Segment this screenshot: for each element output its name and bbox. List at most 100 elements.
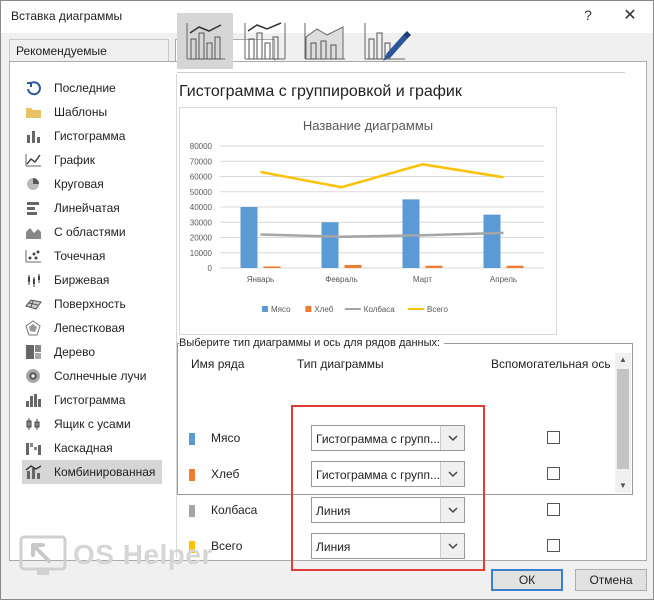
sidebar-item-bar-chart[interactable]: Линейчатая	[22, 196, 162, 220]
series-scrollbar[interactable]: ▲ ▼	[615, 353, 631, 493]
sidebar-item-label: Солнечные лучи	[54, 369, 147, 383]
stock-chart-icon	[25, 272, 42, 288]
sidebar-item-label: Точечная	[54, 249, 106, 263]
chart-subtype-4[interactable]	[357, 13, 413, 69]
bar-Мясо	[240, 207, 258, 268]
series-row: Всего Линия	[185, 533, 615, 563]
treemap-chart-icon	[25, 344, 42, 360]
chart-preview: Название диаграммы 0 10000 20000 30000 40000 5…	[179, 107, 557, 335]
legend-label-Всего: Всего	[427, 305, 449, 314]
sidebar-item-stock-chart[interactable]: Биржевая	[22, 268, 162, 292]
y-tick-label: 40000	[190, 203, 213, 212]
sidebar-item-label: Шаблоны	[54, 105, 108, 119]
chart-subtype-3[interactable]	[297, 13, 353, 69]
chevron-down-icon[interactable]	[440, 534, 464, 558]
column-header-chart-type: Тип диаграммы	[297, 357, 384, 371]
series-row: Мясо Гистограмма с групп...	[185, 425, 615, 455]
sidebar-item-box-whisker-chart[interactable]: Ящик с усами	[22, 412, 162, 436]
dialog-title: Вставка диаграммы	[11, 9, 123, 23]
watermark-logo: OS Helper	[19, 535, 229, 577]
legend-marker-Хлеб	[305, 306, 312, 312]
sidebar-item-radar-chart[interactable]: Лепестковая	[22, 316, 162, 340]
y-tick-label: 80000	[190, 142, 213, 151]
sidebar-item-column-chart[interactable]: Гистограмма	[22, 124, 162, 148]
series-color-swatch	[189, 469, 195, 481]
chart-type-select[interactable]: Гистограмма с групп...	[311, 461, 465, 487]
sidebar-item-label: Комбинированная	[54, 465, 156, 479]
chart-type-select-value: Гистограмма с групп...	[316, 468, 440, 482]
chart-title: Название диаграммы	[303, 118, 433, 133]
combo-column-line-secondary-icon	[244, 22, 286, 60]
chevron-down-icon[interactable]	[440, 498, 464, 522]
chart-type-select[interactable]: Линия	[311, 533, 465, 559]
sidebar-item-line-chart[interactable]: График	[22, 148, 162, 172]
sunburst-chart-icon	[25, 368, 42, 384]
chart-subtype-1[interactable]	[177, 13, 233, 69]
series-name: Хлеб	[211, 467, 240, 481]
series-color-swatch	[189, 433, 195, 445]
chart-type-select-value: Линия	[316, 504, 351, 518]
chevron-down-icon[interactable]	[440, 426, 464, 450]
series-name: Колбаса	[211, 503, 258, 517]
cancel-button[interactable]: Отмена	[575, 569, 647, 591]
surface-chart-icon	[25, 296, 42, 312]
chart-subtype-2[interactable]	[237, 13, 293, 69]
sidebar-item-combo-chart[interactable]: Комбинированная	[22, 460, 162, 484]
insert-chart-dialog: Вставка диаграммы ? ✕ Рекомендуемые диаг…	[0, 0, 654, 600]
legend-label-Мясо: Мясо	[271, 305, 291, 314]
chart-type-list: Последние Шаблоны Гистограмма График Кругова…	[22, 76, 172, 484]
legend-marker-Мясо	[262, 306, 268, 312]
histogram-chart-icon	[25, 392, 42, 408]
scroll-thumb[interactable]	[617, 369, 629, 469]
y-tick-label: 60000	[190, 173, 213, 182]
series-name: Мясо	[211, 431, 241, 445]
secondary-axis-checkbox[interactable]	[547, 467, 560, 480]
scatter-chart-icon	[25, 248, 42, 264]
divider	[177, 72, 625, 73]
sidebar-item-label: Дерево	[54, 345, 96, 359]
sidebar-item-treemap-chart[interactable]: Дерево	[22, 340, 162, 364]
chart-type-select[interactable]: Гистограмма с групп...	[311, 425, 465, 451]
y-tick-label: 50000	[190, 188, 213, 197]
sidebar-item-label: Гистограмма	[54, 129, 126, 143]
series-row: Хлеб Гистограмма с групп...	[185, 461, 615, 491]
sidebar-item-histogram-chart[interactable]: Гистограмма	[22, 388, 162, 412]
radar-chart-icon	[25, 320, 42, 336]
sidebar-item-recent[interactable]: Последние	[22, 76, 162, 100]
sidebar-item-folder[interactable]: Шаблоны	[22, 100, 162, 124]
chart-type-select-value: Линия	[316, 540, 351, 554]
area-chart-icon	[25, 224, 42, 240]
sidebar-item-label: График	[54, 153, 95, 167]
bar-Хлеб	[506, 265, 524, 268]
sidebar-item-surface-chart[interactable]: Поверхность	[22, 292, 162, 316]
help-button[interactable]: ?	[581, 7, 595, 23]
recent-icon	[25, 80, 42, 96]
box-whisker-chart-icon	[25, 416, 42, 432]
secondary-axis-checkbox[interactable]	[547, 431, 560, 444]
bar-Мясо	[321, 222, 339, 268]
chevron-down-icon[interactable]	[440, 462, 464, 486]
combo-custom-icon	[364, 23, 411, 61]
scroll-down-arrow-icon[interactable]: ▼	[615, 479, 631, 493]
sidebar-item-scatter-chart[interactable]: Точечная	[22, 244, 162, 268]
combo-chart-icon	[25, 464, 42, 480]
y-tick-label: 30000	[190, 218, 213, 227]
watermark-monitor-icon	[19, 535, 67, 575]
series-row: Колбаса Линия	[185, 497, 615, 527]
chart-type-select[interactable]: Линия	[311, 497, 465, 523]
sidebar-item-pie-chart[interactable]: Круговая	[22, 172, 162, 196]
sidebar-item-label: Круговая	[54, 177, 104, 191]
tab-recommended-charts[interactable]: Рекомендуемые диаграммы	[9, 39, 169, 72]
ok-button[interactable]: ОК	[491, 569, 563, 591]
close-button[interactable]: ✕	[621, 5, 639, 25]
line-chart-icon	[25, 152, 42, 168]
secondary-axis-checkbox[interactable]	[547, 539, 560, 552]
secondary-axis-checkbox[interactable]	[547, 503, 560, 516]
sidebar-item-waterfall-chart[interactable]: Каскадная	[22, 436, 162, 460]
column-chart-icon	[25, 128, 42, 144]
chart-subtype-title: Гистограмма с группировкой и график	[179, 83, 462, 100]
scroll-up-arrow-icon[interactable]: ▲	[615, 353, 631, 367]
sidebar-item-area-chart[interactable]: С областями	[22, 220, 162, 244]
pie-chart-icon	[25, 176, 42, 192]
sidebar-item-sunburst-chart[interactable]: Солнечные лучи	[22, 364, 162, 388]
